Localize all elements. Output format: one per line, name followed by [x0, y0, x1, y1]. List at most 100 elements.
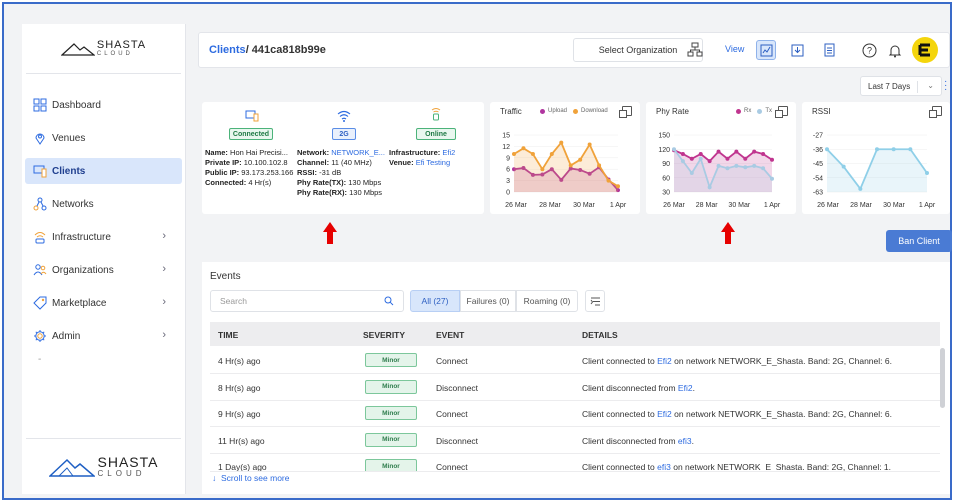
event-details: Client disconnected from Efi2. — [582, 383, 695, 393]
legend-swatch — [736, 108, 741, 114]
svg-text:?: ? — [866, 45, 871, 55]
date-range-select[interactable]: Last 7 Days ⌄ — [860, 76, 942, 96]
event-type: Disconnect — [436, 435, 479, 446]
access-point-icon — [430, 107, 442, 126]
status-badge-online: Online — [416, 128, 456, 140]
select-organization-button[interactable]: Select Organization — [573, 38, 703, 62]
y-tick-label: 12 — [502, 144, 510, 151]
search-icon — [384, 296, 394, 306]
table-row[interactable]: 11 Hr(s) ago Minor Disconnect Client discon… — [210, 428, 940, 454]
date-range-divider — [917, 81, 918, 93]
scroll-to-see-more-link[interactable]: ↓ Scroll to see more — [212, 473, 289, 483]
sidebar-item-organizations[interactable]: Organizations › — [25, 257, 182, 283]
event-type: Connect — [436, 409, 468, 419]
client-summary-card: Connected 2G Online Name: Hon Hai Precis… — [202, 102, 484, 214]
severity-badge: Minor — [365, 406, 417, 420]
public-ip-label: Public IP: — [205, 168, 240, 177]
events-table-header: TIME SEVERITY EVENT DETAILS — [210, 322, 940, 346]
data-point — [530, 152, 535, 156]
table-row[interactable]: 8 Hr(s) ago Minor Disconnect Client disconn… — [210, 375, 940, 401]
y-tick-label: -45 — [813, 161, 823, 168]
data-point — [597, 163, 602, 168]
bell-icon[interactable] — [885, 40, 905, 60]
infrastructure-link[interactable]: efi3 — [657, 462, 671, 471]
expand-icon[interactable] — [619, 106, 632, 118]
network-link[interactable]: NETWORK_E... — [331, 148, 385, 157]
phy-rx-label: Phy Rate(RX): — [297, 188, 348, 197]
column-header-details: DETAILS — [582, 330, 618, 340]
y-tick-label: 120 — [658, 147, 670, 154]
sidebar-item-networks[interactable]: Networks — [25, 191, 182, 217]
table-row[interactable]: 9 Hr(s) ago Minor Connect Client connected … — [210, 401, 940, 427]
chart-view-icon[interactable] — [756, 40, 776, 60]
table-row[interactable]: 4 Hr(s) ago Minor Connect Client connected … — [210, 348, 940, 374]
phy-tx-label: Phy Rate(TX): — [297, 178, 347, 187]
infrastructure-link[interactable]: Efi2 — [657, 356, 672, 366]
brand-logo[interactable]: SHASTA CLOUD — [26, 24, 181, 74]
sidebar-item-infrastructure[interactable]: Infrastructure › — [25, 224, 182, 250]
x-tick-label: 30 Mar — [883, 202, 905, 209]
event-time: 1 Day(s) ago — [218, 462, 267, 472]
infrastructure-link[interactable]: efi3 — [678, 436, 692, 446]
filter-icon[interactable] — [585, 290, 605, 312]
severity-badge: Minor — [365, 459, 417, 471]
sidebar-item-clients[interactable]: Clients — [25, 158, 182, 184]
event-type: Connect — [436, 356, 468, 366]
list-view-icon[interactable] — [819, 40, 839, 60]
band-badge: 2G — [332, 128, 356, 140]
tag-icon — [33, 296, 47, 310]
data-point — [743, 165, 748, 170]
sidebar-item-marketplace[interactable]: Marketplace › — [25, 290, 182, 316]
infrastructure-link[interactable]: Efi2 — [657, 409, 672, 419]
details-text: Client connected to — [582, 356, 658, 366]
filter-failures-tab[interactable]: Failures (0) — [460, 290, 516, 312]
search-placeholder: Search — [220, 296, 247, 306]
y-tick-label: -54 — [813, 175, 823, 182]
connected-value: 4 Hr(s) — [248, 178, 272, 187]
download-report-icon[interactable] — [787, 40, 807, 60]
data-point — [725, 156, 730, 161]
event-type: Connect — [436, 462, 468, 472]
ban-client-button[interactable]: Ban Client — [886, 230, 952, 252]
data-point — [752, 149, 757, 154]
x-tick-label: 26 Mar — [817, 202, 839, 209]
infrastructure-link[interactable]: Efi2 — [678, 383, 693, 393]
view-label: View — [725, 44, 745, 54]
expand-icon[interactable] — [929, 106, 942, 118]
rssi-chart-card: RSSI -63 -54 -45 -36 -27 26 Mar 28 Mar 30 Mar 1 … — [802, 102, 950, 214]
date-range-value: Last 7 Days — [868, 81, 911, 91]
expand-icon[interactable] — [775, 106, 788, 118]
event-details: Client disconnected from efi3. — [582, 436, 694, 446]
brand-sub: CLOUD — [96, 51, 133, 57]
channel-label: Channel: — [297, 158, 330, 167]
more-options-icon[interactable]: · · · — [944, 77, 948, 95]
data-point — [841, 164, 846, 169]
sidebar-item-dashboard[interactable]: Dashboard — [25, 92, 182, 118]
phy-rx-value: 130 Mbps — [349, 188, 383, 197]
help-icon[interactable]: ? — [859, 40, 879, 60]
venue-link[interactable]: Efi Testing — [416, 158, 450, 167]
details-text: Client connected to — [582, 409, 658, 419]
search-input[interactable]: Search — [210, 290, 404, 312]
infrastructure-link[interactable]: Efi2 — [442, 148, 455, 157]
filter-roaming-tab[interactable]: Roaming (0) — [516, 290, 578, 312]
filter-all-tab[interactable]: All (27) — [410, 290, 460, 312]
avatar[interactable] — [911, 36, 939, 64]
y-tick-label: 6 — [506, 167, 510, 174]
organization-tree-icon[interactable] — [685, 40, 705, 60]
table-scrollbar[interactable] — [940, 348, 945, 408]
legend-swatch — [573, 108, 579, 114]
series-area — [827, 149, 927, 192]
chart-title: Traffic — [500, 107, 522, 116]
table-row[interactable]: 1 Day(s) ago Minor Connect Client connected… — [210, 454, 940, 472]
event-details: Client connected to Efi2 on network NETW… — [582, 356, 892, 366]
client-info-col-2: Network: NETWORK_E... Channel: 11 (40 MH… — [297, 148, 385, 198]
private-ip-label: Private IP: — [205, 158, 242, 167]
sidebar-item-venues[interactable]: Venues — [25, 125, 182, 151]
sidebar-item-admin[interactable]: Admin › — [25, 323, 182, 349]
data-point — [578, 157, 583, 162]
annotation-arrow-up-icon — [721, 222, 735, 244]
event-time: 8 Hr(s) ago — [218, 382, 261, 393]
chevron-right-icon: › — [162, 230, 166, 242]
breadcrumb-clients-link[interactable]: Clients — [209, 44, 246, 56]
